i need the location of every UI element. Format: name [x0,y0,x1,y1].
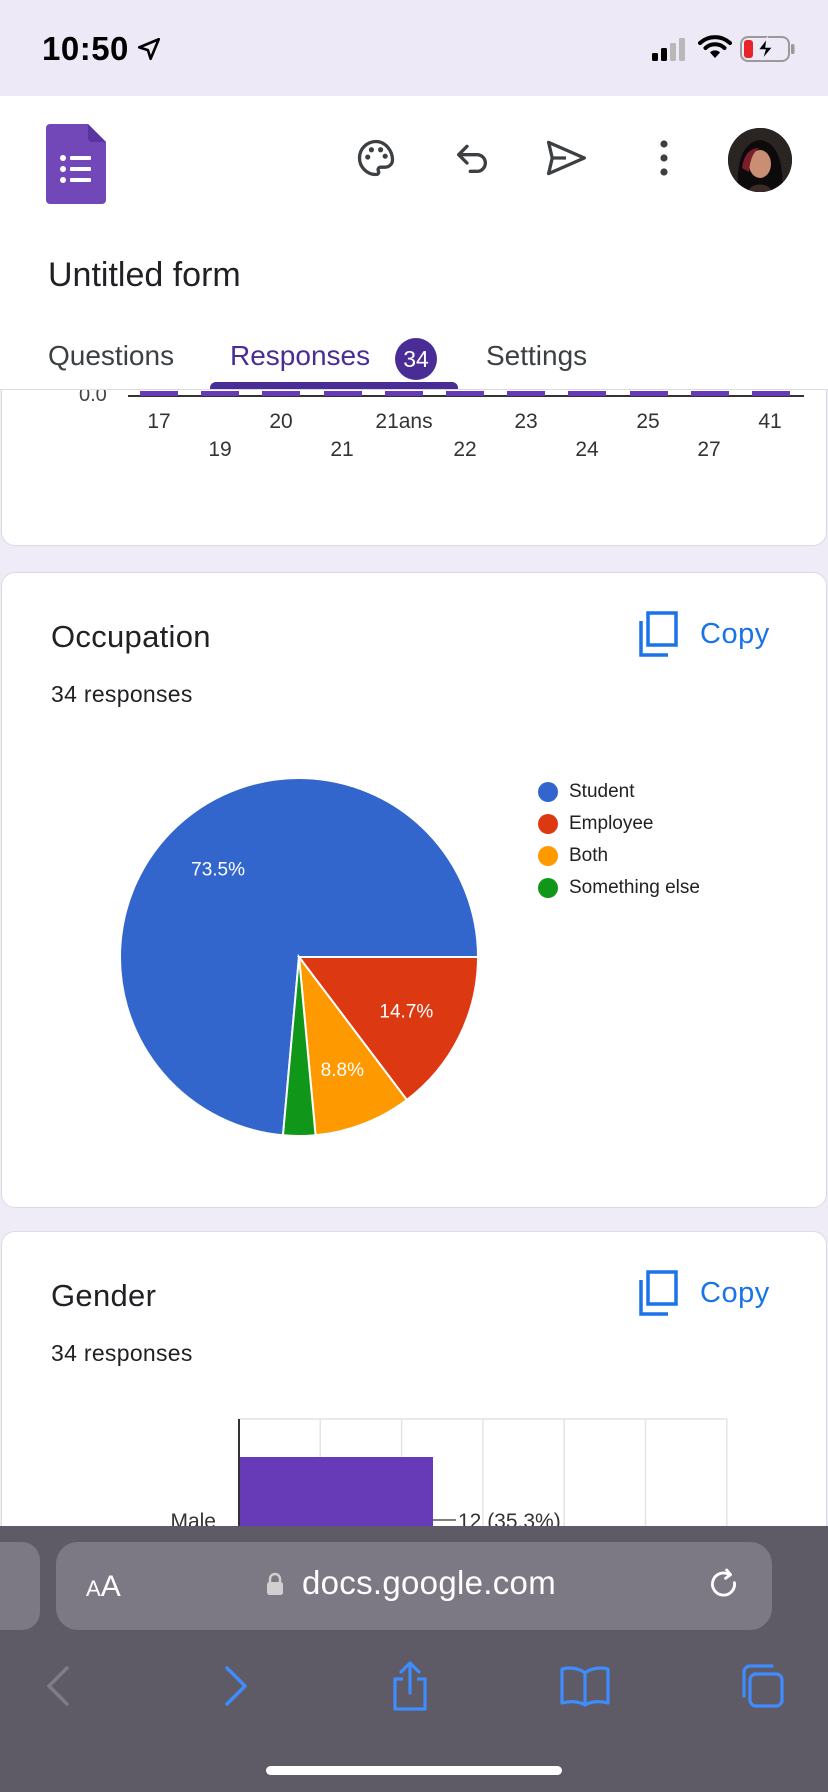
reload-icon[interactable] [706,1566,744,1604]
cellular-signal-icon [652,38,685,61]
text-size-large: A [100,1570,121,1603]
palette-icon[interactable] [352,134,400,182]
legend-label: Employee [569,813,654,834]
send-icon[interactable] [542,134,590,182]
legend-item: Both [538,840,700,872]
previous-tab-peek[interactable] [0,1542,40,1630]
occupation-card: Occupation 34 responses Copy 73.5% 14.7% 8… [1,572,827,1208]
pie-slice-label: 8.8% [321,1060,364,1081]
app-header: Untitled form Questions Responses 34 Set… [0,96,828,390]
google-forms-logo-icon [46,124,106,204]
age-bar [629,391,668,396]
x-tick-label: 27 [697,438,721,461]
user-avatar[interactable] [728,128,792,192]
age-bar [752,391,790,396]
occupation-pie-chart: 73.5% 14.7% 8.8% [119,777,480,1137]
age-bar [568,391,607,396]
url-text: docs.google.com [302,1564,556,1601]
safari-toolbar: AA docs.google.com [0,1526,828,1792]
x-tick-label: 22 [453,438,477,461]
x-tick-label: 41 [758,410,782,433]
address-bar[interactable]: AA docs.google.com [56,1542,772,1630]
status-time: 10:50 [42,30,129,67]
battery-charging-icon [740,36,795,62]
text-size-button[interactable]: AA [86,1570,121,1604]
legend-swatch [538,814,558,834]
x-tick-label: 25 [636,410,660,433]
age-bar [384,391,423,396]
legend-item: Student [538,776,700,808]
text-size-small: A [86,1576,101,1601]
tab-responses[interactable]: Responses [230,328,370,390]
age-bar [201,391,240,396]
bookmarks-icon[interactable] [553,1654,617,1718]
age-bar [690,391,729,396]
pie-legend: Student Employee Both Something else [538,776,700,904]
legend-swatch [538,878,558,898]
forward-icon[interactable] [204,1654,268,1718]
tab-bar: Questions Responses 34 Settings [0,328,828,390]
home-indicator [266,1766,562,1775]
pie-slice-label: 14.7% [379,1001,433,1022]
more-options-icon[interactable] [640,134,688,182]
legend-item: Employee [538,808,700,840]
share-icon[interactable] [378,1654,442,1718]
x-tick-label: 17 [147,410,171,433]
legend-label: Something else [569,877,700,898]
age-bar [262,391,301,396]
x-tick-label: 21 [330,438,354,461]
tab-settings[interactable]: Settings [486,328,587,390]
age-bar [323,391,362,396]
tab-questions[interactable]: Questions [48,328,174,390]
x-tick-label: 21ans [375,410,433,433]
legend-swatch [538,846,558,866]
pie-slice-label: 73.5% [191,859,245,880]
x-tick-label: 23 [514,410,538,433]
lock-icon [267,1572,283,1595]
wifi-icon [698,35,732,58]
legend-label: Both [569,845,609,866]
form-title[interactable]: Untitled form [48,256,241,295]
status-bar: 10:50 [0,0,828,96]
responses-count-badge: 34 [395,338,437,380]
back-icon[interactable] [26,1654,90,1718]
x-tick-label: 20 [269,410,293,433]
location-arrow-icon [137,37,161,61]
age-bar [140,391,178,396]
legend-label: Student [569,781,635,802]
undo-icon[interactable] [448,134,496,182]
legend-item: Something else [538,872,700,904]
x-tick-label: 19 [208,438,232,461]
x-tick-label: 24 [575,438,599,461]
age-bar [507,391,546,396]
age-bar [446,391,484,396]
legend-swatch [538,782,558,802]
header-divider [0,389,828,390]
tabs-icon[interactable] [730,1654,794,1718]
